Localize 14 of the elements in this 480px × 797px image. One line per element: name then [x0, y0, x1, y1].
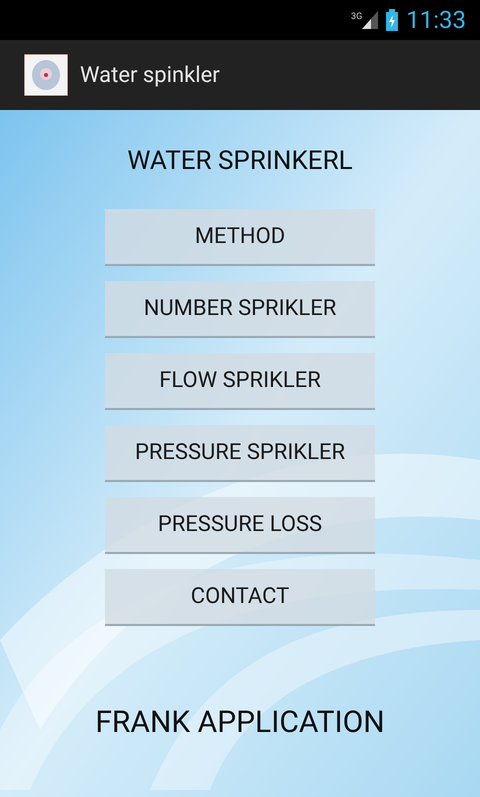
app-title: Water spinkler: [80, 62, 220, 90]
network-label: 3G: [351, 13, 362, 22]
battery-icon: [386, 9, 398, 31]
menu-button[interactable]: NUMBER SPRIKLER: [105, 281, 375, 338]
menu-button[interactable]: METHOD: [105, 209, 375, 266]
clock-time: 11:33: [406, 8, 466, 32]
menu-button[interactable]: PRESSURE LOSS: [105, 497, 375, 554]
signal-icon: [362, 11, 378, 29]
footer-text: FRANK APPLICATION: [95, 704, 385, 742]
menu-button[interactable]: FLOW SPRIKLER: [105, 353, 375, 410]
menu-button[interactable]: PRESSURE SPRIKLER: [105, 425, 375, 482]
menu-button[interactable]: CONTACT: [105, 569, 375, 626]
heading: WATER SPRINKERL: [127, 145, 353, 178]
sprinkler-icon: [24, 54, 68, 96]
